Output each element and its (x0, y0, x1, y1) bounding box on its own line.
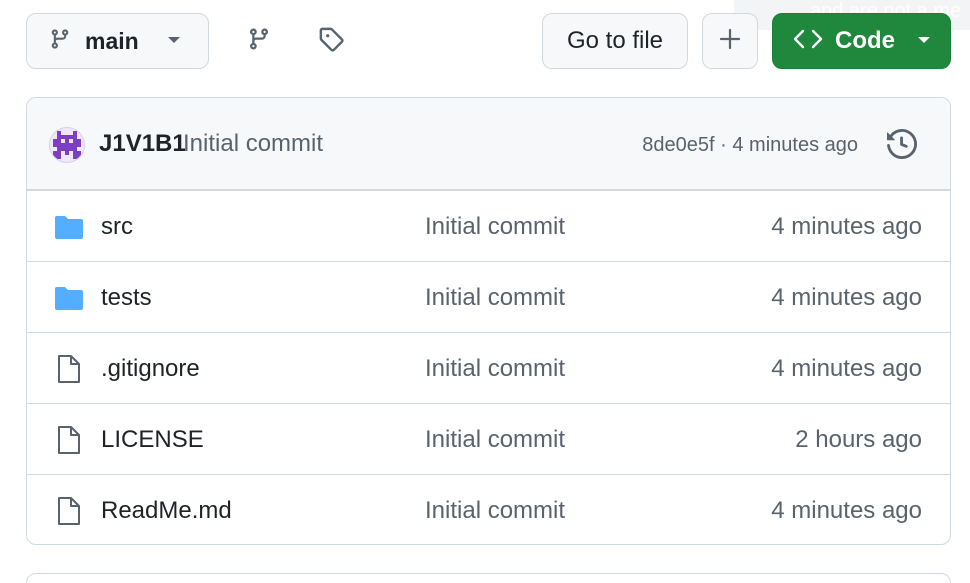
git-branch-icon (247, 26, 271, 57)
file-icon (53, 353, 85, 385)
file-commit-message[interactable]: Initial commit (425, 284, 565, 312)
avatar[interactable] (49, 127, 85, 163)
go-to-file-button[interactable]: Go to file (542, 13, 688, 69)
file-browser: J1V1B1 Initial commit 8de0e5f · 4 minute… (26, 97, 951, 545)
history-icon[interactable] (884, 126, 920, 162)
file-name[interactable]: ReadMe.md (101, 497, 232, 525)
file-row-readme[interactable]: ReadMe.md Initial commit 4 minutes ago (27, 474, 950, 544)
file-row-src[interactable]: src Initial commit 4 minutes ago (27, 190, 950, 261)
git-branch-icon (49, 27, 71, 56)
chevron-down-icon (167, 32, 181, 50)
add-file-button[interactable] (702, 13, 758, 69)
plus-icon (719, 28, 741, 55)
tag-icon (318, 26, 344, 57)
file-commit-message[interactable]: Initial commit (425, 355, 565, 383)
branches-link[interactable] (239, 21, 279, 61)
file-commit-time: 2 hours ago (795, 426, 922, 453)
code-button-label: Code (835, 27, 895, 54)
latest-commit-bar: J1V1B1 Initial commit 8de0e5f · 4 minute… (27, 98, 950, 190)
branch-name: main (85, 27, 139, 54)
chevron-down-icon (917, 32, 931, 50)
file-name[interactable]: LICENSE (101, 426, 204, 454)
commit-author[interactable]: J1V1B1 (99, 130, 186, 158)
code-button[interactable]: Code (772, 13, 951, 69)
file-icon (53, 424, 85, 456)
file-commit-time: 4 minutes ago (771, 213, 922, 240)
latest-commit-message[interactable]: Initial commit (183, 130, 323, 158)
file-commit-message[interactable]: Initial commit (425, 497, 565, 525)
file-commit-time: 4 minutes ago (771, 355, 922, 382)
branch-selector-button[interactable]: main (26, 13, 209, 69)
file-commit-time: 4 minutes ago (771, 284, 922, 311)
file-name[interactable]: .gitignore (101, 355, 200, 383)
code-icon (793, 28, 823, 55)
folder-icon (53, 282, 85, 314)
file-row-license[interactable]: LICENSE Initial commit 2 hours ago (27, 403, 950, 474)
folder-icon (53, 211, 85, 243)
latest-commit-meta[interactable]: 8de0e5f · 4 minutes ago (642, 134, 858, 157)
file-row-gitignore[interactable]: .gitignore Initial commit 4 minutes ago (27, 332, 950, 403)
file-row-tests[interactable]: tests Initial commit 4 minutes ago (27, 261, 950, 332)
file-commit-time: 4 minutes ago (771, 497, 922, 524)
file-name[interactable]: tests (101, 284, 152, 312)
file-commit-message[interactable]: Initial commit (425, 426, 565, 454)
file-name[interactable]: src (101, 213, 133, 241)
file-icon (53, 495, 85, 527)
file-commit-message[interactable]: Initial commit (425, 213, 565, 241)
tags-link[interactable] (311, 21, 351, 61)
readme-panel (26, 573, 951, 583)
